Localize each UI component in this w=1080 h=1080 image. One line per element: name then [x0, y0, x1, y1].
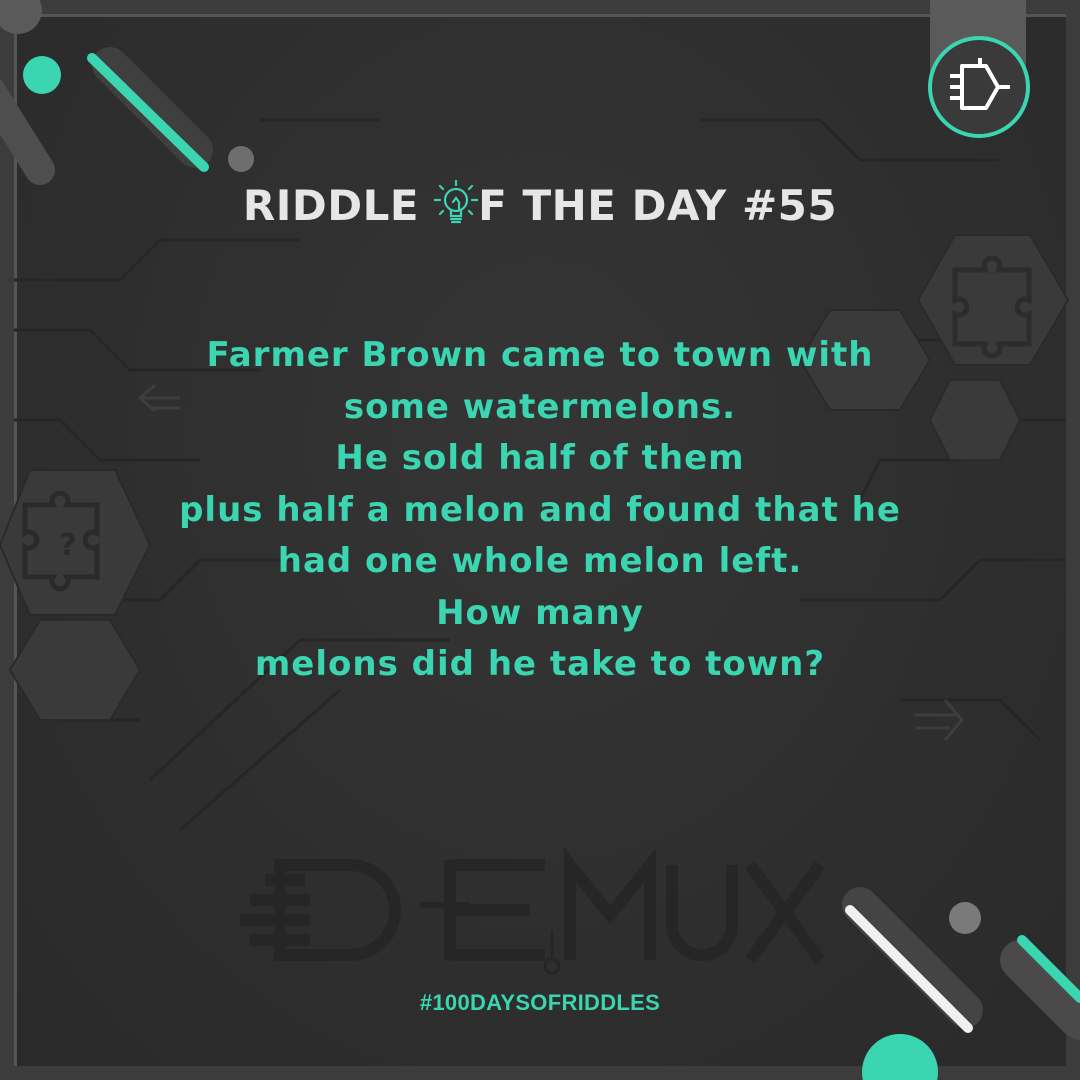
riddle-text: Farmer Brown came to town with some wate…	[100, 330, 980, 691]
riddle-line: plus half a melon and found that he	[179, 489, 901, 530]
riddle-line: had one whole melon left.	[277, 541, 803, 581]
hashtag: #100DAYSOFRIDDLES	[419, 990, 661, 1015]
riddle-card: ? RIDDLE F THE DAY #55 Farmer Brown came…	[0, 0, 1080, 1080]
riddle-line: melons did he take to town?	[254, 644, 826, 684]
demux-watermark	[240, 847, 825, 975]
riddle-line: Farmer Brown came to town with	[206, 335, 874, 375]
title-suffix: F THE DAY #55	[478, 181, 838, 230]
riddle-line: He sold half of them	[335, 438, 745, 478]
arrow-right-icon	[915, 699, 964, 741]
lightbulb-icon	[434, 178, 479, 228]
riddle-line: How many	[436, 592, 644, 633]
title-prefix: RIDDLE	[242, 181, 435, 230]
svg-text:?: ?	[59, 528, 76, 563]
page-title: RIDDLE F THE DAY #55	[0, 178, 1080, 230]
demux-logo-icon	[950, 58, 1010, 110]
riddle-line: some watermelons.	[343, 386, 737, 427]
demux-logo	[928, 36, 1030, 138]
